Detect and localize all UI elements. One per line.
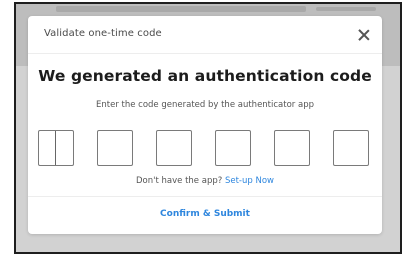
background-text-blur bbox=[56, 6, 306, 12]
otp-dialog: Validate one-time code We generated an a… bbox=[28, 16, 382, 234]
instruction-text: Enter the code generated by the authenti… bbox=[96, 100, 314, 110]
page-title: We generated an authentication code bbox=[38, 67, 372, 85]
code-input-group bbox=[38, 130, 372, 166]
text-caret bbox=[55, 131, 56, 165]
code-digit-input-5[interactable] bbox=[274, 130, 310, 166]
dialog-header: Validate one-time code bbox=[28, 16, 382, 54]
confirm-submit-button[interactable]: Confirm & Submit bbox=[28, 209, 382, 219]
code-digit-input-3[interactable] bbox=[156, 130, 192, 166]
setup-now-link[interactable]: Set-up Now bbox=[225, 176, 274, 186]
dialog-footer: Confirm & Submit bbox=[28, 196, 382, 234]
page-frame: Validate one-time code We generated an a… bbox=[14, 2, 402, 254]
setup-question: Don't have the app? bbox=[136, 176, 223, 186]
code-digit-input-4[interactable] bbox=[215, 130, 251, 166]
code-digit-input-6[interactable] bbox=[333, 130, 369, 166]
setup-prompt: Don't have the app? Set-up Now bbox=[28, 176, 382, 186]
code-digit-input-1[interactable] bbox=[38, 130, 74, 166]
code-digit-input-2[interactable] bbox=[97, 130, 133, 166]
dialog-title: Validate one-time code bbox=[44, 28, 162, 39]
background-text-blur bbox=[316, 7, 376, 11]
close-icon[interactable] bbox=[358, 29, 370, 41]
